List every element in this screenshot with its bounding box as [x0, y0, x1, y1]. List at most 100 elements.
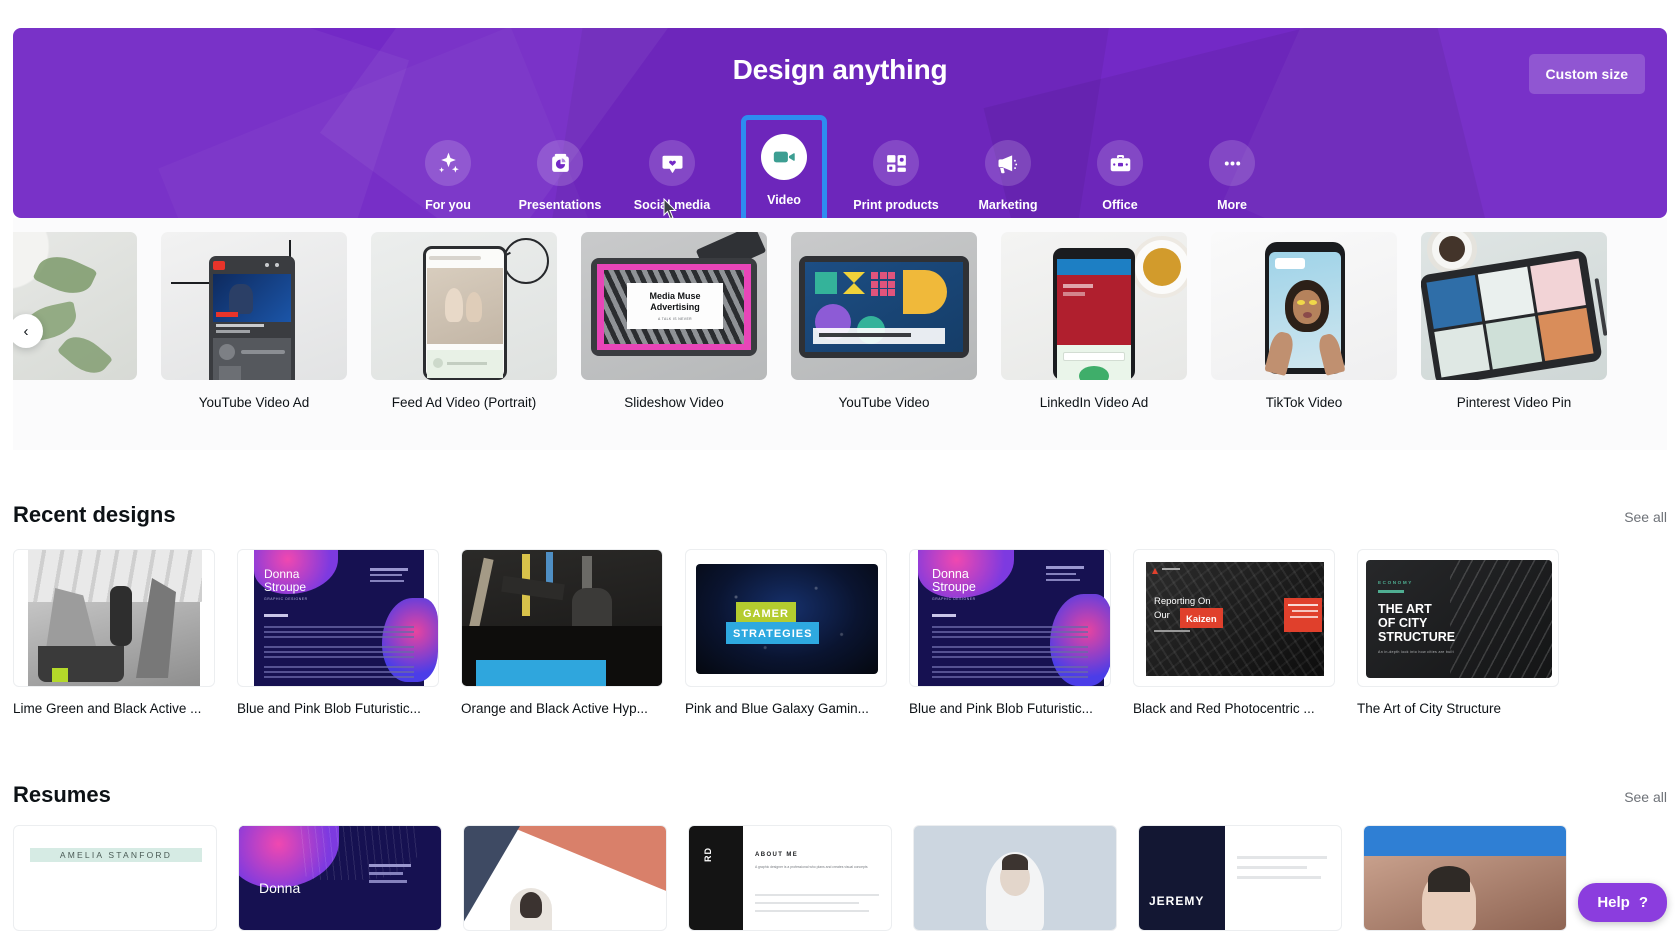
question-mark-icon: ?: [1638, 894, 1648, 911]
resume-card[interactable]: Donna: [238, 825, 442, 931]
resume-thumbnail: [1363, 825, 1567, 931]
jeremy-name: JEREMY: [1149, 894, 1205, 908]
recent-design-card[interactable]: GAMER STRATEGIES Pink and Blue Galaxy Ga…: [685, 549, 887, 716]
recent-design-thumbnail: ECONOMY THE ART OF CITY STRUCTURE An in-…: [1357, 549, 1559, 687]
custom-size-button[interactable]: Custom size: [1528, 54, 1645, 94]
template-card[interactable]: Feed Ad Video (Portrait): [371, 232, 557, 410]
recent-design-name: Blue and Pink Blob Futuristic...: [909, 701, 1093, 716]
resume-thumbnail: Donna: [238, 825, 442, 931]
template-name: LinkedIn Video Ad: [1039, 395, 1149, 410]
template-name: Feed Ad Video (Portrait): [391, 395, 537, 410]
slideshow-title-line1: Media Muse: [649, 291, 701, 301]
recent-design-card[interactable]: Reporting On Our Kaizen Black and Red Ph…: [1133, 549, 1335, 716]
template-name: YouTube Video: [838, 395, 930, 410]
category-tab-video[interactable]: Video: [741, 115, 827, 218]
slideshow-title-line2: Advertising: [650, 302, 700, 312]
help-label: Help: [1597, 894, 1630, 911]
presentation-chart-icon: [537, 140, 583, 186]
template-thumbnail: [1211, 232, 1397, 380]
donna-first-name: Donna: [259, 880, 301, 896]
city-line2: OF CITY: [1378, 616, 1428, 630]
resume-side-label: RD: [703, 847, 713, 862]
resume-thumbnail: JEREMY: [1138, 825, 1342, 931]
template-thumbnail: [1421, 232, 1607, 380]
category-label: Video: [767, 193, 801, 207]
donna-role: GRAPHIC DESIGNER: [264, 597, 308, 601]
briefcase-icon: [1097, 140, 1143, 186]
resumes-list: AMELIA STANFORD Donna RD ABOUT ME A grap…: [13, 825, 1567, 931]
city-line1: THE ART: [1378, 602, 1432, 616]
resume-card[interactable]: JEREMY: [1138, 825, 1342, 931]
recent-designs-title: Recent designs: [13, 502, 176, 527]
category-label: More: [1217, 198, 1247, 212]
recent-design-card[interactable]: ECONOMY THE ART OF CITY STRUCTURE An in-…: [1357, 549, 1559, 716]
speech-bubble-heart-icon: [649, 140, 695, 186]
resume-thumbnail: [463, 825, 667, 931]
recent-designs-see-all-link[interactable]: See all: [1624, 509, 1667, 525]
resume-card[interactable]: RD ABOUT ME A graphic designer is a prof…: [688, 825, 892, 931]
resumes-see-all-link[interactable]: See all: [1624, 789, 1667, 805]
template-card[interactable]: Pinterest Video Pin: [1421, 232, 1607, 410]
category-label: Print products: [853, 198, 939, 212]
template-card[interactable]: Media Muse Advertising A TALK IS NEVER S…: [581, 232, 767, 410]
category-label: Office: [1102, 198, 1138, 212]
recent-design-thumbnail: Donna Stroupe GRAPHIC DESIGNER: [909, 549, 1111, 687]
recent-design-name: Black and Red Photocentric ...: [1133, 701, 1315, 716]
template-thumbnail: [13, 232, 137, 380]
city-subtitle: An in-depth look into how cities are bui…: [1378, 650, 1454, 654]
template-name: TikTok Video: [1265, 395, 1343, 410]
recent-designs-list: Lime Green and Black Active ... Donna St…: [13, 549, 1559, 716]
recent-design-thumbnail: [461, 549, 663, 687]
donna-last-name: Stroupe: [932, 580, 976, 594]
banner-title: Design anything: [732, 54, 948, 85]
template-card[interactable]: YouTube Video Ad: [161, 232, 347, 410]
recent-designs-header: Recent designs See all: [13, 502, 1667, 528]
kaizen-line2: Our: [1154, 610, 1170, 621]
recent-design-name: Lime Green and Black Active ...: [13, 701, 202, 716]
slideshow-title-line3: A TALK IS NEVER: [658, 317, 692, 321]
template-card[interactable]: TikTok Video: [1211, 232, 1397, 410]
category-tab-presentations[interactable]: Presentations: [519, 134, 601, 212]
resumes-title: Resumes: [13, 782, 111, 807]
recent-design-card[interactable]: Donna Stroupe GRAPHIC DESIGNER Blue and …: [909, 549, 1111, 716]
template-card[interactable]: LinkedIn Video Ad: [1001, 232, 1187, 410]
recent-design-card[interactable]: Orange and Black Active Hyp...: [461, 549, 663, 716]
ellipsis-icon: [1209, 140, 1255, 186]
donna-last-name: Stroupe: [264, 580, 307, 594]
category-tab-office[interactable]: Office: [1082, 134, 1158, 212]
megaphone-icon: [985, 140, 1031, 186]
about-me-body: A graphic designer is a professional who…: [755, 865, 868, 869]
category-tab-more[interactable]: More: [1194, 134, 1270, 212]
kaizen-highlight: Kaizen: [1186, 614, 1217, 625]
resume-card[interactable]: [1363, 825, 1567, 931]
recent-design-name: Orange and Black Active Hyp...: [461, 701, 648, 716]
sparkle-icon: [425, 140, 471, 186]
recent-design-thumbnail: Reporting On Our Kaizen: [1133, 549, 1335, 687]
template-type-carousel: ‹ YouTube Video Ad Feed Ad Video (Portra…: [13, 218, 1667, 450]
category-tab-print-products[interactable]: Print products: [853, 134, 939, 212]
about-me-heading: ABOUT ME: [755, 852, 799, 858]
category-tab-marketing[interactable]: Marketing: [970, 134, 1046, 212]
resume-card[interactable]: AMELIA STANFORD: [13, 825, 217, 931]
template-thumbnail: [371, 232, 557, 380]
resume-thumbnail: RD ABOUT ME A graphic designer is a prof…: [688, 825, 892, 931]
category-tab-for-you[interactable]: For you: [410, 134, 486, 212]
resume-card[interactable]: [463, 825, 667, 931]
resume-card[interactable]: [913, 825, 1117, 931]
help-button[interactable]: Help ?: [1578, 883, 1667, 922]
category-label: Presentations: [518, 198, 602, 212]
resume-thumbnail: AMELIA STANFORD: [13, 825, 217, 931]
resume-thumbnail: [913, 825, 1117, 931]
template-thumbnail: [1001, 232, 1187, 380]
gamer-line1: GAMER: [743, 608, 789, 620]
template-name: Pinterest Video Pin: [1456, 395, 1572, 410]
template-name: YouTube Video Ad: [198, 395, 310, 410]
template-name: Slideshow Video: [624, 395, 724, 410]
recent-design-thumbnail: [13, 549, 215, 687]
template-thumbnail: [161, 232, 347, 380]
recent-design-name: Pink and Blue Galaxy Gamin...: [685, 701, 869, 716]
template-card[interactable]: YouTube Video: [791, 232, 977, 410]
recent-design-card[interactable]: Lime Green and Black Active ...: [13, 549, 215, 716]
recent-design-card[interactable]: Donna Stroupe GRAPHIC DESIGNER Blue and …: [237, 549, 439, 716]
city-eyebrow: ECONOMY: [1378, 580, 1413, 585]
